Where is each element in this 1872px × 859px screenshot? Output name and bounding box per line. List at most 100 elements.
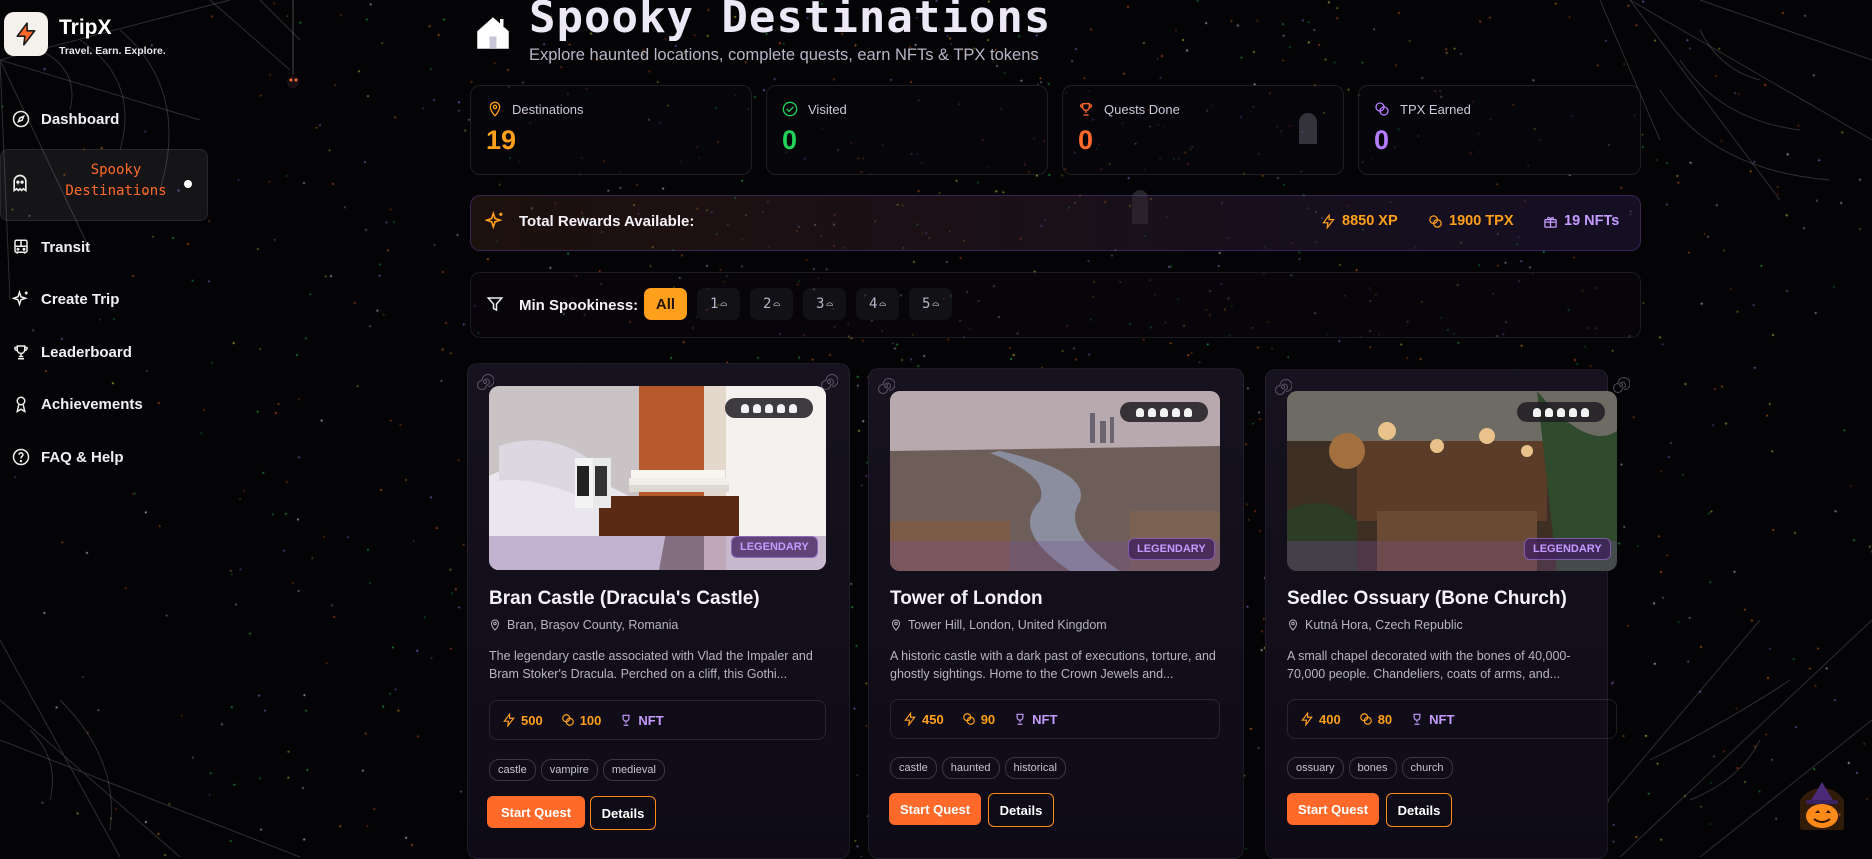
tag: castle xyxy=(890,757,937,779)
compass-icon xyxy=(10,108,32,130)
stat-label: Destinations xyxy=(512,102,584,117)
ghost-icon: ⌓ xyxy=(720,297,728,311)
card-title: Sedlec Ossuary (Bone Church) xyxy=(1287,588,1567,609)
stat-value: 19 xyxy=(486,125,517,155)
reward-nft: NFT xyxy=(1013,712,1057,727)
tag: castle xyxy=(489,759,536,781)
rewards-xp: 8850 XP xyxy=(1321,213,1398,229)
filter-option-4[interactable]: 4 ⌓ xyxy=(856,288,899,320)
reward-nft: NFT xyxy=(1410,712,1454,727)
spookiness-rating xyxy=(725,398,813,418)
rarity-badge: LEGENDARY xyxy=(1128,538,1215,560)
pumpkin-witch-icon[interactable] xyxy=(1800,780,1844,830)
ghost-icon: ⌓ xyxy=(826,297,834,311)
tag: vampire xyxy=(540,759,598,781)
ghost-icon: ⌓ xyxy=(879,297,887,311)
details-button[interactable]: Details xyxy=(988,793,1054,827)
stat-label: Quests Done xyxy=(1104,102,1180,117)
spiral-icon xyxy=(877,377,895,395)
start-quest-button[interactable]: Start Quest xyxy=(487,796,585,828)
spookiness-rating xyxy=(1120,402,1208,422)
brand-tagline: Travel. Earn. Explore. xyxy=(59,45,166,57)
map-pin-icon xyxy=(891,619,901,631)
rarity-badge: LEGENDARY xyxy=(731,536,818,558)
sidebar-item-achievements[interactable]: Achievements xyxy=(0,384,205,424)
rarity-badge: LEGENDARY xyxy=(1524,538,1611,560)
sidebar-item-label: Achievements xyxy=(41,395,143,413)
map-pin-icon xyxy=(487,101,503,122)
coins-icon xyxy=(1429,214,1442,228)
card-location: Kutná Hora, Czech Republic xyxy=(1287,618,1463,632)
spiral-icon xyxy=(1612,376,1630,394)
stat-card-tpx-earned xyxy=(1358,85,1641,175)
ghost-icon xyxy=(10,173,30,198)
app-logo[interactable] xyxy=(4,12,48,56)
rewards-nfts: 19 NFTs xyxy=(1543,213,1619,229)
sidebar-item-label: Leaderboard xyxy=(41,343,132,361)
stat-value: 0 xyxy=(782,125,798,155)
card-description: The legendary castle associated with Vla… xyxy=(489,649,813,681)
page-title: Spooky Destinations xyxy=(529,0,1052,43)
card-description: A historic castle with a dark past of ex… xyxy=(890,649,1216,681)
haunted-house-icon xyxy=(472,12,514,59)
stat-label: Visited xyxy=(808,102,847,117)
reward-xp: 500 xyxy=(502,713,543,728)
rewards-tpx-value: 1900 TPX xyxy=(1449,213,1514,229)
medal-icon xyxy=(10,393,32,415)
lightning-icon xyxy=(1322,213,1335,229)
coins-icon xyxy=(962,713,975,725)
card-location: Bran, Brașov County, Romania xyxy=(489,618,678,632)
ghost-icon: ⌓ xyxy=(932,297,940,311)
rewards-tpx: 1900 TPX xyxy=(1428,213,1514,229)
reward-tpx: 90 xyxy=(962,712,995,727)
tag: ossuary xyxy=(1287,757,1344,779)
active-indicator-dot xyxy=(184,180,192,188)
trophy-icon xyxy=(622,714,630,726)
card-title: Bran Castle (Dracula's Castle) xyxy=(489,588,760,609)
rewards-nfts-value: 19 NFTs xyxy=(1564,213,1620,229)
gift-icon xyxy=(1544,216,1557,228)
filter-option-2[interactable]: 2 ⌓ xyxy=(750,288,793,320)
lightning-icon xyxy=(16,22,36,46)
stat-value: 0 xyxy=(1374,125,1390,155)
filter-label: Min Spookiness: xyxy=(519,297,639,314)
tag: medieval xyxy=(602,759,665,781)
filter-option-1[interactable]: 1 ⌓ xyxy=(697,288,740,320)
filter-icon xyxy=(486,295,504,318)
details-button[interactable]: Details xyxy=(1386,793,1452,827)
reward-nft: NFT xyxy=(619,713,664,728)
sidebar-item-faq[interactable]: FAQ & Help xyxy=(0,437,205,477)
card-tags: ossuary bones church xyxy=(1287,757,1458,779)
rewards-xp-value: 8850 XP xyxy=(1342,213,1398,229)
sidebar-item-label: Dashboard xyxy=(41,110,120,128)
filter-option-5[interactable]: 5 ⌓ xyxy=(909,288,952,320)
tag: historical xyxy=(1004,757,1066,779)
coins-icon xyxy=(1374,101,1390,122)
details-button[interactable]: Details xyxy=(590,796,656,830)
stat-label: TPX Earned xyxy=(1400,102,1471,117)
card-description: A small chapel decorated with the bones … xyxy=(1287,649,1571,681)
start-quest-button[interactable]: Start Quest xyxy=(1287,793,1379,825)
start-quest-button[interactable]: Start Quest xyxy=(889,793,981,825)
card-title: Tower of London xyxy=(890,588,1043,609)
bus-icon xyxy=(10,236,32,258)
tag: bones xyxy=(1348,757,1397,779)
stat-card-visited xyxy=(766,85,1048,175)
map-pin-icon xyxy=(490,619,500,631)
sidebar-item-dashboard[interactable]: Dashboard xyxy=(0,99,205,139)
sidebar-item-create-trip[interactable]: Create Trip xyxy=(0,279,205,319)
card-rewards: 500 100 NFT xyxy=(489,700,826,740)
sidebar-item-label: Create Trip xyxy=(41,290,120,308)
filter-option-3[interactable]: 3 ⌓ xyxy=(803,288,846,320)
coins-icon xyxy=(561,714,574,726)
sidebar-item-label: FAQ & Help xyxy=(41,448,124,466)
page-subtitle: Explore haunted locations, complete ques… xyxy=(529,46,1039,64)
sidebar-item-transit[interactable]: Transit xyxy=(0,227,205,267)
trophy-icon xyxy=(1016,713,1024,725)
sidebar-item-leaderboard[interactable]: Leaderboard xyxy=(0,332,205,372)
filter-option-all[interactable]: All xyxy=(644,288,687,320)
help-circle-icon xyxy=(10,446,32,468)
card-tags: castle vampire medieval xyxy=(489,759,670,781)
ghost-icon: ⌓ xyxy=(773,297,781,311)
trophy-icon xyxy=(10,341,32,363)
